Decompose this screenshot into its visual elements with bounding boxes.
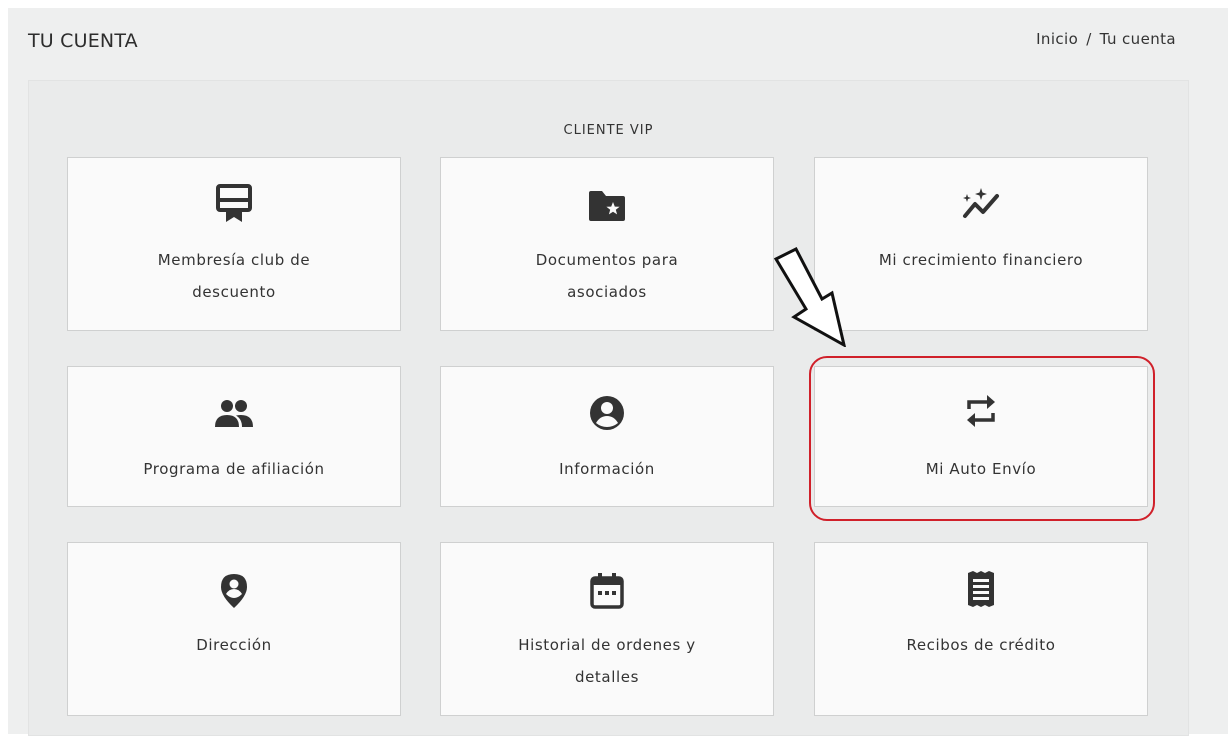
card-label: Programa de afiliación <box>143 460 325 478</box>
section-title: CLIENTE VIP <box>563 123 654 138</box>
card-auto-envio[interactable]: Mi Auto Envío <box>814 366 1148 507</box>
card-afiliacion[interactable]: Programa de afiliación <box>67 366 401 507</box>
card-label: Historial de ordenes y <box>518 636 696 654</box>
breadcrumb-current: Tu cuenta <box>1099 30 1176 48</box>
page-title: TU CUENTA <box>28 30 138 52</box>
card-label-line2: descuento <box>192 283 276 301</box>
certificate-icon <box>68 184 400 224</box>
card-direccion[interactable]: Dirección <box>67 542 401 716</box>
card-historial[interactable]: Historial de ordenes y detalles <box>440 542 774 716</box>
card-label: Dirección <box>196 636 272 654</box>
card-label: Mi crecimiento financiero <box>878 251 1084 269</box>
repeat-icon <box>815 391 1147 431</box>
folder-star-icon <box>441 186 773 226</box>
card-label: Información <box>559 460 655 478</box>
breadcrumb-home-link[interactable]: Inicio <box>1036 30 1078 48</box>
card-label: Documentos para <box>535 251 679 269</box>
card-label: Recibos de crédito <box>906 636 1056 654</box>
card-label: Mi Auto Envío <box>925 460 1037 478</box>
card-crecimiento[interactable]: Mi crecimiento financiero <box>814 157 1148 331</box>
account-circle-icon <box>441 393 773 433</box>
breadcrumb: Inicio / Tu cuenta <box>1036 30 1176 48</box>
card-informacion[interactable]: Información <box>440 366 774 507</box>
trending-sparkle-icon <box>815 184 1147 224</box>
location-pin-icon <box>68 571 400 611</box>
card-label: Membresía club de <box>157 251 311 269</box>
people-icon <box>68 393 400 433</box>
card-documentos[interactable]: Documentos para asociados <box>440 157 774 331</box>
calendar-icon <box>441 571 773 611</box>
receipt-icon <box>815 569 1147 609</box>
card-label-line2: asociados <box>567 283 647 301</box>
card-recibos[interactable]: Recibos de crédito <box>814 542 1148 716</box>
card-label-line2: detalles <box>574 668 639 686</box>
card-membresia[interactable]: Membresía club de descuento <box>67 157 401 331</box>
breadcrumb-separator: / <box>1086 30 1092 48</box>
